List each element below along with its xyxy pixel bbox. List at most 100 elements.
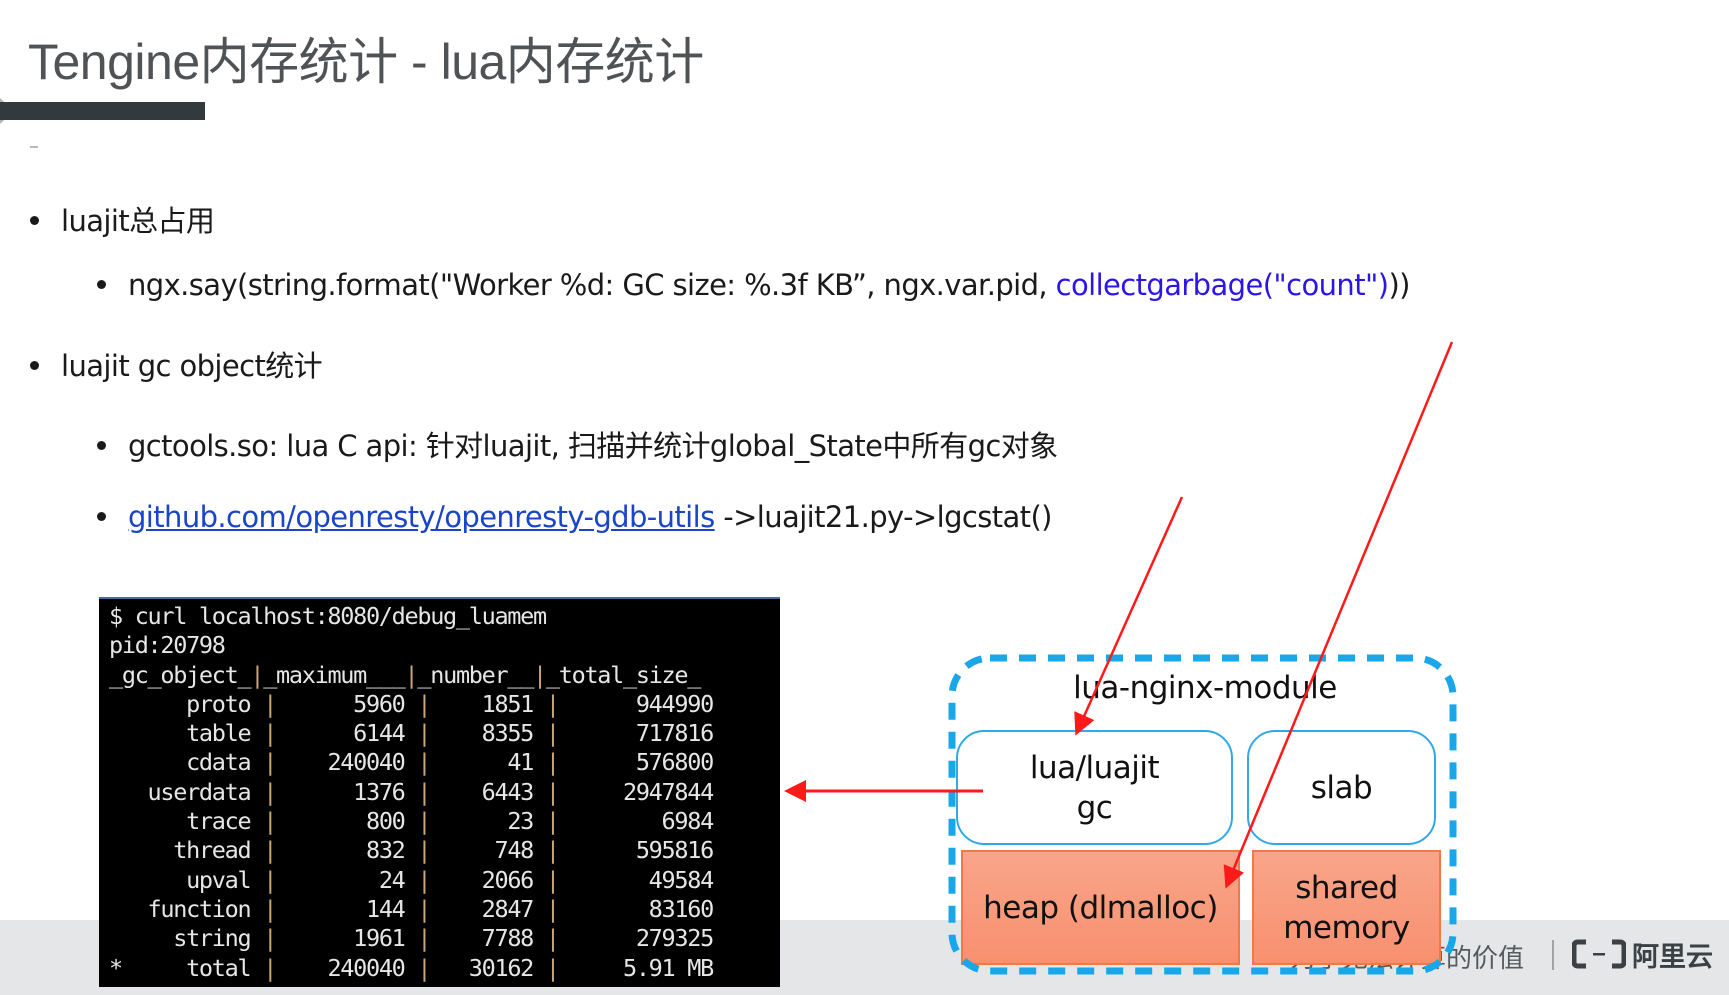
maximum-cell: 1376 [276, 777, 418, 806]
column-separator: | [545, 748, 560, 777]
number-cell: 1851 [430, 689, 546, 718]
column-separator: | [263, 865, 277, 894]
column-separator: | [545, 865, 560, 894]
bullet-dot-icon [30, 215, 39, 225]
header-cell: _maximum___ [263, 660, 406, 689]
total-size-cell: 279325 [558, 924, 714, 953]
terminal-table-header: _gc_object_|_maximum___|_number__|_total… [109, 660, 701, 689]
column-separator: | [417, 777, 431, 806]
lua-nginx-module-label: lua-nginx-module [1073, 670, 1337, 706]
terminal-table-row: thread | 832 | 748 | 595816 [109, 836, 714, 865]
github-link[interactable]: github.com/openresty/openresty-gdb-utils [128, 500, 715, 534]
bullet-dot-icon [97, 279, 106, 289]
total-size-cell: 595816 [558, 836, 714, 865]
terminal-table-row: userdata | 1376 | 6443 | 2947844 [109, 777, 715, 806]
maximum-cell: 800 [276, 807, 418, 836]
title-underline-bar [0, 102, 205, 120]
total-size-cell: 5.91 MB [558, 953, 714, 982]
column-separator: | [533, 660, 547, 689]
decorative-dash [30, 146, 38, 148]
gc-object-name: table [109, 719, 264, 748]
column-separator: | [263, 748, 277, 777]
github-suffix: ->luajit21.py->lgcstat() [714, 500, 1052, 534]
number-cell: 6443 [430, 777, 546, 806]
terminal-table: _gc_object_|_maximum___|_number__|_total… [109, 660, 715, 982]
gc-object-name: cdata [109, 748, 264, 777]
slab-box: slab [1247, 730, 1436, 845]
column-separator: | [545, 953, 560, 982]
column-separator: | [250, 660, 264, 689]
column-separator: | [263, 689, 277, 718]
terminal-table-row: * total | 240040 | 30162 | 5.91 MB [109, 953, 714, 982]
column-separator: | [263, 807, 277, 836]
column-separator: | [263, 924, 277, 953]
gctools-text: gctools.so: lua C api: 针对luajit, 扫描并统计gl… [128, 429, 1058, 463]
code-highlight: collectgarbage("count") [1055, 268, 1389, 302]
number-cell: 8355 [430, 719, 546, 748]
gc-object-name: upval [109, 865, 264, 894]
column-separator: | [417, 689, 431, 718]
column-separator: | [417, 924, 431, 953]
header-cell: _gc_object_ [109, 660, 252, 689]
column-separator: | [545, 777, 560, 806]
slide-title: Tengine内存统计 - lua内存统计 [28, 34, 704, 90]
shared-memory-line2: memory [1283, 909, 1410, 946]
total-size-cell: 944990 [558, 689, 714, 718]
bullet-text: luajit总占用 [61, 204, 215, 238]
gc-object-name: thread [109, 836, 264, 865]
column-separator: | [417, 953, 431, 982]
header-cell: _total_size_ [545, 660, 701, 689]
number-cell: 748 [430, 836, 546, 865]
bullet-dot-icon [97, 511, 106, 521]
brand-name: 阿里云 [1632, 941, 1713, 973]
bullet-dot-icon [30, 360, 39, 370]
terminal-pid: pid:20798 [109, 631, 226, 660]
bullet-dot-icon [97, 440, 106, 450]
terminal-table-row: trace | 800 | 23 | 6984 [109, 807, 714, 836]
column-separator: | [263, 719, 277, 748]
shared-memory-box: shared memory [1252, 850, 1441, 965]
gc-object-name: * total [109, 953, 264, 982]
gc-object-name: trace [109, 807, 264, 836]
sub-bullet-ngx-say: ngx.say(string.format("Worker %d: GC siz… [97, 268, 1410, 302]
terminal-table-row: table | 6144 | 8355 | 717816 [109, 719, 714, 748]
column-separator: | [417, 894, 431, 923]
luajit-gc-line2: gc [1076, 789, 1113, 826]
gc-object-name: string [109, 924, 264, 953]
number-cell: 30162 [430, 953, 546, 982]
column-separator: | [263, 777, 277, 806]
terminal-table-row: function | 144 | 2847 | 83160 [109, 894, 715, 923]
code-prefix: ngx.say(string.format("Worker %d: GC siz… [128, 268, 1056, 302]
column-separator: | [545, 836, 560, 865]
terminal-table-row: proto | 5960 | 1851 | 944990 [109, 689, 714, 718]
shared-memory-line1: shared [1295, 869, 1398, 906]
column-separator: | [417, 719, 431, 748]
column-separator: | [545, 807, 560, 836]
column-separator: | [263, 836, 277, 865]
number-cell: 41 [430, 748, 546, 777]
column-separator: | [417, 836, 431, 865]
terminal-text: $ curl localhost:8080/debug_luamem pid:2… [109, 602, 780, 983]
maximum-cell: 5960 [276, 689, 418, 718]
sub-bullet-gctools: gctools.so: lua C api: 针对luajit, 扫描并统计gl… [97, 423, 1058, 465]
total-size-cell: 717816 [558, 719, 714, 748]
footer-separator [1552, 940, 1554, 970]
sub-bullet-github: github.com/openresty/openresty-gdb-utils… [97, 500, 1052, 534]
maximum-cell: 240040 [276, 748, 418, 777]
number-cell: 2066 [430, 865, 546, 894]
maximum-cell: 1961 [276, 924, 418, 953]
column-separator: | [545, 924, 560, 953]
bullet-text: luajit gc object统计 [61, 349, 323, 383]
alibaba-cloud-logo-icon [1572, 939, 1626, 969]
header-cell: _number__ [417, 660, 534, 689]
alibaba-cloud-logo: 阿里云 [1572, 938, 1713, 973]
maximum-cell: 6144 [276, 719, 418, 748]
gc-object-name: userdata [109, 777, 264, 806]
maximum-cell: 144 [276, 894, 418, 923]
total-size-cell: 2947844 [558, 777, 714, 806]
bullet-gc-object-stats: luajit gc object统计 [30, 343, 323, 385]
heap-label: heap (dlmalloc) [983, 889, 1218, 926]
maximum-cell: 24 [276, 865, 418, 894]
slab-label: slab [1310, 769, 1373, 806]
column-separator: | [545, 894, 560, 923]
